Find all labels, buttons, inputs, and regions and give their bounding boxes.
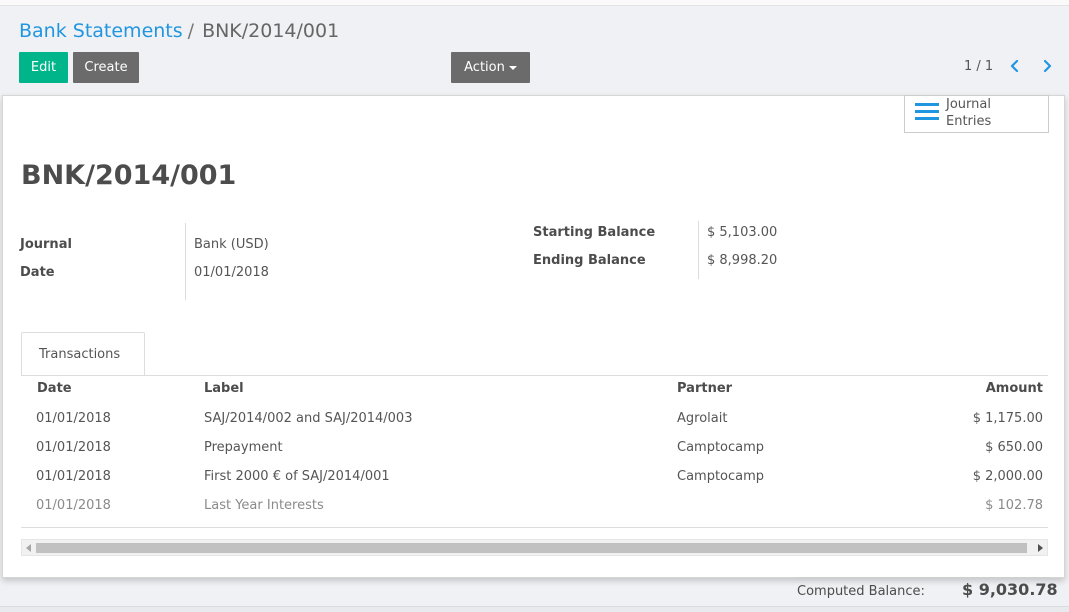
scroll-left-arrow-icon[interactable]	[26, 544, 31, 552]
journal-entries-label: Journal Entries	[946, 96, 991, 130]
action-dropdown-button[interactable]: Action	[451, 52, 530, 83]
cell-date: 01/01/2018	[36, 469, 111, 484]
bottom-strip	[0, 606, 1069, 612]
cell-date: 01/01/2018	[36, 411, 111, 426]
action-button-label: Action	[464, 60, 505, 75]
horizontal-scrollbar[interactable]	[21, 539, 1048, 556]
tab-transactions[interactable]: Transactions	[21, 332, 145, 376]
breadcrumb: Bank Statements / BNK/2014/001	[19, 19, 339, 43]
computed-balance-label: Computed Balance:	[797, 584, 925, 599]
cell-label: Last Year Interests	[204, 498, 324, 513]
record-title: BNK/2014/001	[21, 160, 237, 191]
column-header-amount[interactable]: Amount	[903, 381, 1043, 397]
date-value[interactable]: 01/01/2018	[194, 265, 269, 281]
form-sheet: Journal Entries BNK/2014/001 Journal Ban…	[2, 95, 1065, 578]
date-label: Date	[20, 265, 55, 280]
cell-label: First 2000 € of SAJ/2014/001	[204, 469, 390, 484]
chevron-right-icon	[1043, 59, 1052, 73]
cell-partner: Camptocamp	[677, 469, 765, 484]
control-panel: Bank Statements / BNK/2014/001 Edit Create…	[0, 6, 1069, 95]
cell-date: 01/01/2018	[36, 498, 111, 513]
pager-previous-button[interactable]	[1008, 57, 1022, 75]
field-separator-right	[698, 221, 699, 279]
caret-down-icon	[508, 65, 517, 70]
tab-divider	[21, 375, 1048, 376]
cell-amount: $ 102.78	[985, 498, 1043, 513]
starting-balance-value[interactable]: $ 5,103.00	[707, 225, 777, 241]
column-header-partner[interactable]: Partner	[677, 381, 732, 397]
journal-entries-button[interactable]: Journal Entries	[904, 95, 1049, 133]
scrollbar-thumb[interactable]	[36, 543, 1027, 553]
edit-button[interactable]: Edit	[19, 52, 68, 83]
cell-label: Prepayment	[204, 440, 283, 455]
column-header-label[interactable]: Label	[204, 381, 244, 397]
journal-entries-line1: Journal	[946, 97, 991, 112]
cell-partner: Agrolait	[677, 411, 728, 426]
tab-transactions-label: Transactions	[39, 347, 121, 362]
pager-value[interactable]: 1 / 1	[964, 59, 993, 75]
scroll-right-arrow-icon[interactable]	[1038, 544, 1043, 552]
ending-balance-label: Ending Balance	[533, 253, 646, 268]
cell-date: 01/01/2018	[36, 440, 111, 455]
ending-balance-value[interactable]: $ 8,998.20	[707, 253, 777, 269]
cell-partner: Camptocamp	[677, 440, 765, 455]
column-header-date[interactable]: Date	[37, 381, 72, 397]
cell-label: SAJ/2014/002 and SAJ/2014/003	[204, 411, 413, 426]
starting-balance-label: Starting Balance	[533, 225, 656, 240]
breadcrumb-parent-link[interactable]: Bank Statements	[19, 20, 183, 42]
chevron-left-icon	[1010, 59, 1019, 73]
computed-balance-value: $ 9,030.78	[962, 580, 1058, 599]
journal-entries-line2: Entries	[946, 114, 992, 129]
journal-value[interactable]: Bank (USD)	[194, 237, 269, 253]
create-button[interactable]: Create	[73, 52, 139, 83]
cell-amount: $ 1,175.00	[972, 411, 1043, 426]
breadcrumb-separator: /	[187, 20, 195, 42]
cell-amount: $ 650.00	[985, 440, 1043, 455]
journal-label: Journal	[20, 237, 72, 252]
table-bottom-border	[21, 527, 1048, 528]
list-icon	[915, 103, 939, 120]
field-separator-left	[185, 223, 186, 300]
pager-next-button[interactable]	[1040, 57, 1054, 75]
computed-balance-divider	[795, 577, 1050, 578]
breadcrumb-current: BNK/2014/001	[202, 20, 340, 42]
cell-amount: $ 2,000.00	[972, 469, 1043, 484]
